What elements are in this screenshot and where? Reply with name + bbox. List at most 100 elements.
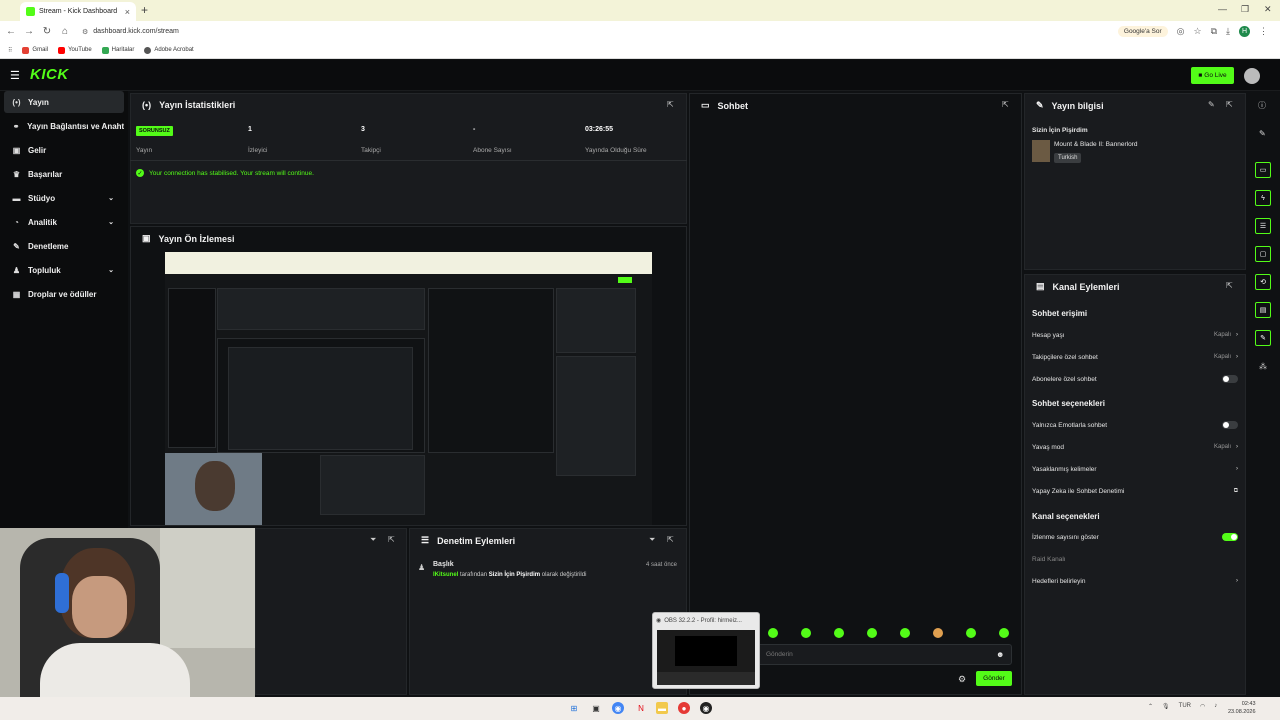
rail-bolt-icon[interactable]: ϟ <box>1255 190 1271 206</box>
reload-icon[interactable]: ↻ <box>38 26 56 37</box>
star-icon[interactable]: ☆ <box>1194 26 1202 37</box>
preview-nested-inner <box>228 347 413 450</box>
bookmark-maps[interactable]: Haritalar <box>101 46 134 54</box>
menu-icon[interactable]: ⋮ <box>1259 26 1268 37</box>
mic-icon[interactable]: 🎙 <box>1162 703 1170 710</box>
close-tab-icon[interactable]: × <box>125 7 130 17</box>
sidebar-item-denetleme[interactable]: ✎ Denetleme <box>4 235 124 257</box>
edit-pencil-icon[interactable]: ✎ <box>1208 100 1215 109</box>
moderation-user[interactable]: IKitsunel <box>433 572 458 578</box>
moderation-panel <box>409 528 687 695</box>
viewer-count-toggle[interactable] <box>1222 533 1238 541</box>
emote-icon[interactable] <box>834 628 844 638</box>
rail-shield-icon[interactable]: ▤ <box>1255 302 1271 318</box>
profile-avatar[interactable]: H <box>1239 26 1250 37</box>
emote-icon[interactable] <box>867 628 877 638</box>
emote-only-toggle[interactable] <box>1222 421 1238 429</box>
kick-logo[interactable]: KICK <box>30 66 69 83</box>
subs-only-toggle[interactable] <box>1222 375 1238 383</box>
stream-preview-title: ▣ Yayın Ön İzlemesi <box>142 233 235 244</box>
obs-title: ◉ OBS 32.2.2 - Profil: hirmeiz... <box>656 617 742 625</box>
google-sor-button[interactable]: Google'a Sor <box>1117 26 1168 37</box>
site-info-icon[interactable]: ⚙ <box>82 28 88 36</box>
sidebar-item-stream-key[interactable]: ⚭ Yayın Bağlantısı ve Anahtarı <box>4 115 124 137</box>
pencil-icon[interactable]: ✎ <box>1259 129 1266 138</box>
send-button[interactable]: Gönder <box>976 671 1012 686</box>
volume-icon[interactable]: ♪ <box>1214 703 1217 710</box>
popout-icon[interactable]: ⇱ <box>667 100 674 109</box>
sidebar-item-studyo[interactable]: ▬ Stüdyo ⌄ <box>4 187 124 209</box>
emote-icon[interactable] <box>768 628 778 638</box>
rail-list-icon[interactable]: ☰ <box>1255 218 1271 234</box>
sidebar-item-droplar[interactable]: ▦ Droplar ve ödüller <box>4 283 124 305</box>
minimize-icon[interactable]: — <box>1218 4 1227 14</box>
banned-words-row[interactable]: Yasaklanmış kelimeler › <box>1032 463 1238 475</box>
set-targets-row[interactable]: Hedefleri belirleyin › <box>1032 575 1238 587</box>
chat-input[interactable]: Gönderin <box>757 644 1012 665</box>
sidebar-item-analitik[interactable]: ◔ Analitik ⌄ <box>4 211 124 233</box>
sidebar-item-yayin[interactable]: (•) Yayın <box>4 91 124 113</box>
browser-tab[interactable]: Stream - Kick Dashboard × <box>20 2 136 21</box>
bookmark-gmail[interactable]: Gmail <box>22 46 48 54</box>
bookmark-youtube[interactable]: YouTube <box>58 46 92 54</box>
account-age-row[interactable]: Hesap yaşı Kapalı › <box>1032 329 1238 341</box>
popout-icon[interactable]: ⇱ <box>1002 100 1009 109</box>
chevron-up-icon[interactable]: ⌃ <box>1148 703 1153 710</box>
settings-gear-icon[interactable]: ⚙ <box>958 674 966 685</box>
rail-chat-icon[interactable]: ▢ <box>1255 246 1271 262</box>
emote-icon[interactable] <box>801 628 811 638</box>
windows-start-icon[interactable]: ⊞ <box>568 702 580 714</box>
wifi-icon[interactable]: ◠ <box>1200 703 1205 710</box>
sidebar-item-topluluk[interactable]: ♟ Topluluk ⌄ <box>4 259 124 281</box>
user-avatar[interactable] <box>1244 68 1260 84</box>
info-icon[interactable]: ⓘ <box>1258 100 1266 111</box>
popout-icon[interactable]: ⇱ <box>388 535 395 544</box>
file-explorer-icon[interactable]: ▬ <box>656 702 668 714</box>
followers-only-row[interactable]: Takipçilere özel sohbet Kapalı › <box>1032 351 1238 363</box>
hamburger-menu-icon[interactable]: ☰ <box>10 69 20 82</box>
moderation-entry: IKitsunel tarafından Sizin İçin Pişirdim… <box>433 572 587 578</box>
slow-mode-row[interactable]: Yavaş mod Kapalı › <box>1032 441 1238 453</box>
emoji-icon[interactable]: ☻ <box>996 650 1004 659</box>
community-icon: ♟ <box>12 265 21 275</box>
popout-icon[interactable]: ⇱ <box>1226 281 1233 290</box>
maximize-icon[interactable]: ❐ <box>1241 4 1249 15</box>
rail-nodes-icon[interactable]: ⁂ <box>1259 362 1267 371</box>
emote-icon[interactable] <box>933 628 943 638</box>
emote-icon[interactable] <box>900 628 910 638</box>
chrome-icon[interactable]: ◉ <box>612 702 624 714</box>
sidebar-item-basarilar[interactable]: ♛ Başarılar <box>4 163 124 185</box>
game-name[interactable]: Mount & Blade II: Bannerlord <box>1054 141 1137 148</box>
url-field[interactable]: ⚙ dashboard.kick.com/stream <box>82 28 1118 36</box>
bookmark-acrobat[interactable]: Adobe Acrobat <box>144 46 194 54</box>
popout-icon[interactable]: ⇱ <box>1226 100 1233 109</box>
rail-broadcast-icon[interactable]: ⟲ <box>1255 274 1271 290</box>
emote-icon[interactable] <box>999 628 1009 638</box>
task-view-icon[interactable]: ▣ <box>590 702 602 714</box>
rail-card-icon[interactable]: ▭ <box>1255 162 1271 178</box>
extensions-icon[interactable]: ⧉ <box>1211 26 1217 37</box>
apps-icon[interactable]: ⠿ <box>8 47 12 54</box>
sidebar-item-gelir[interactable]: ▣ Gelir <box>4 139 124 161</box>
back-icon[interactable]: ← <box>2 26 20 37</box>
clock[interactable]: 02:43 23.08.2026 <box>1228 700 1256 716</box>
emote-icon[interactable] <box>966 628 976 638</box>
language-indicator[interactable]: TUR <box>1179 703 1191 710</box>
netflix-icon[interactable]: N <box>635 702 647 714</box>
eye-off-icon[interactable]: ◎ <box>1177 26 1185 37</box>
popout-icon[interactable]: ⇱ <box>667 535 674 544</box>
rail-wrench-icon[interactable]: ✎ <box>1255 330 1271 346</box>
forward-icon[interactable]: → <box>20 26 38 37</box>
new-tab-icon[interactable]: + <box>141 3 148 17</box>
download-icon[interactable]: ⤓ <box>1226 26 1230 37</box>
stat-subscribers: - Abone Sayısı <box>473 126 512 154</box>
chart-icon: ◔ <box>14 217 19 227</box>
close-window-icon[interactable]: ✕ <box>1264 4 1272 15</box>
filter-icon[interactable]: ⏷ <box>649 535 655 545</box>
go-live-button[interactable]: ■ Go Live <box>1191 67 1234 84</box>
home-icon[interactable]: ⌂ <box>56 26 74 37</box>
filter-icon[interactable]: ⏷ <box>370 535 376 545</box>
ai-moderation-row[interactable]: Yapay Zeka ile Sohbet Denetimi ⧉ <box>1032 485 1238 497</box>
obs-taskbar-icon[interactable]: ◉ <box>700 702 712 714</box>
app-icon[interactable]: ● <box>678 702 690 714</box>
